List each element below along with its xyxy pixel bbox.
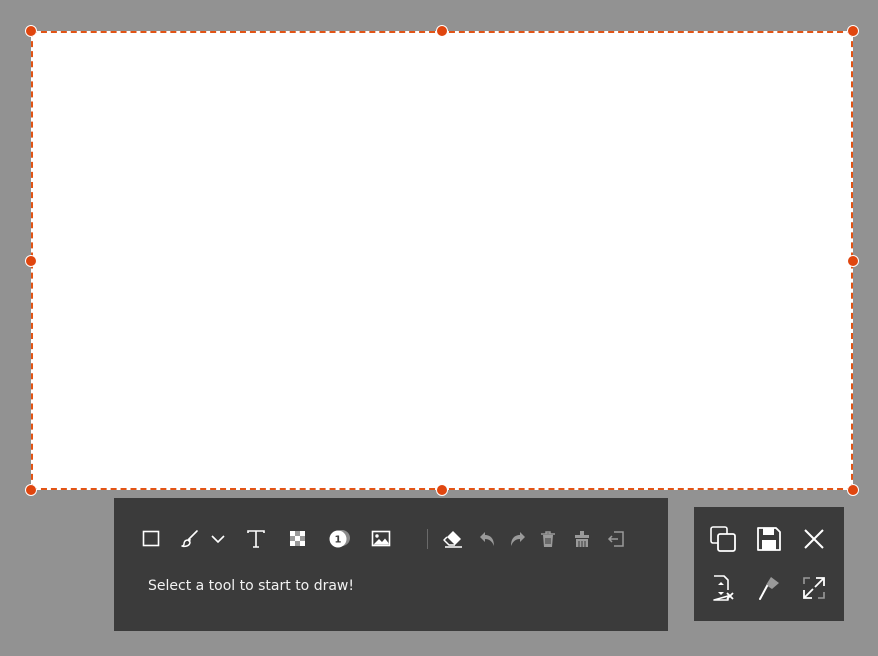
expand-icon — [803, 577, 825, 599]
step-counter-tool[interactable]: 1 — [325, 525, 353, 553]
redo-icon — [511, 532, 525, 546]
brush-tool[interactable] — [176, 525, 204, 553]
resize-handle-bottom[interactable] — [436, 484, 448, 496]
pin-button[interactable] — [752, 571, 786, 605]
text-t-icon — [247, 530, 265, 548]
brush-clear-icon — [575, 531, 589, 547]
eraser-icon — [443, 531, 462, 548]
close-icon — [804, 529, 824, 549]
paintbrush-icon — [181, 530, 198, 548]
undo-icon — [480, 532, 494, 546]
copy-button[interactable] — [706, 522, 740, 556]
mosaic-icon — [290, 531, 305, 546]
trash-icon — [541, 531, 555, 547]
delete-button[interactable] — [534, 525, 562, 553]
image-icon — [371, 530, 391, 547]
save-button[interactable] — [752, 522, 786, 556]
clear-all-button[interactable] — [568, 525, 596, 553]
save-icon — [757, 527, 781, 551]
resize-handle-bottom-left[interactable] — [25, 484, 37, 496]
exit-edit-button[interactable] — [602, 525, 630, 553]
rectangle-tool[interactable] — [137, 525, 165, 553]
toolbar-hint: Select a tool to start to draw! — [148, 578, 354, 594]
undo-button[interactable] — [473, 525, 501, 553]
close-button[interactable] — [797, 522, 831, 556]
square-outline-icon — [142, 530, 160, 547]
image-tool[interactable] — [367, 525, 395, 553]
pin-icon — [759, 577, 779, 600]
eraser-tool[interactable] — [439, 525, 467, 553]
resize-handle-top-left[interactable] — [25, 25, 37, 37]
brush-options-dropdown[interactable] — [204, 525, 232, 553]
counter-number: 1 — [335, 535, 342, 546]
mosaic-tool[interactable] — [284, 525, 312, 553]
fullscreen-button[interactable] — [797, 571, 831, 605]
scroll-capture-icon — [713, 575, 734, 601]
redo-button[interactable] — [504, 525, 532, 553]
resize-handle-top[interactable] — [436, 25, 448, 37]
numbered-circle-icon: 1 — [329, 530, 350, 548]
text-tool[interactable] — [242, 525, 270, 553]
scroll-capture-button[interactable] — [706, 571, 740, 605]
toolbar-divider — [427, 529, 428, 549]
chevron-down-icon — [211, 535, 225, 544]
resize-handle-right[interactable] — [847, 255, 859, 267]
drawing-toolbar — [114, 498, 668, 631]
exit-icon — [607, 531, 624, 547]
capture-selection[interactable] — [31, 31, 853, 490]
resize-handle-top-right[interactable] — [847, 25, 859, 37]
copy-icon — [710, 526, 736, 552]
resize-handle-left[interactable] — [25, 255, 37, 267]
resize-handle-bottom-right[interactable] — [847, 484, 859, 496]
